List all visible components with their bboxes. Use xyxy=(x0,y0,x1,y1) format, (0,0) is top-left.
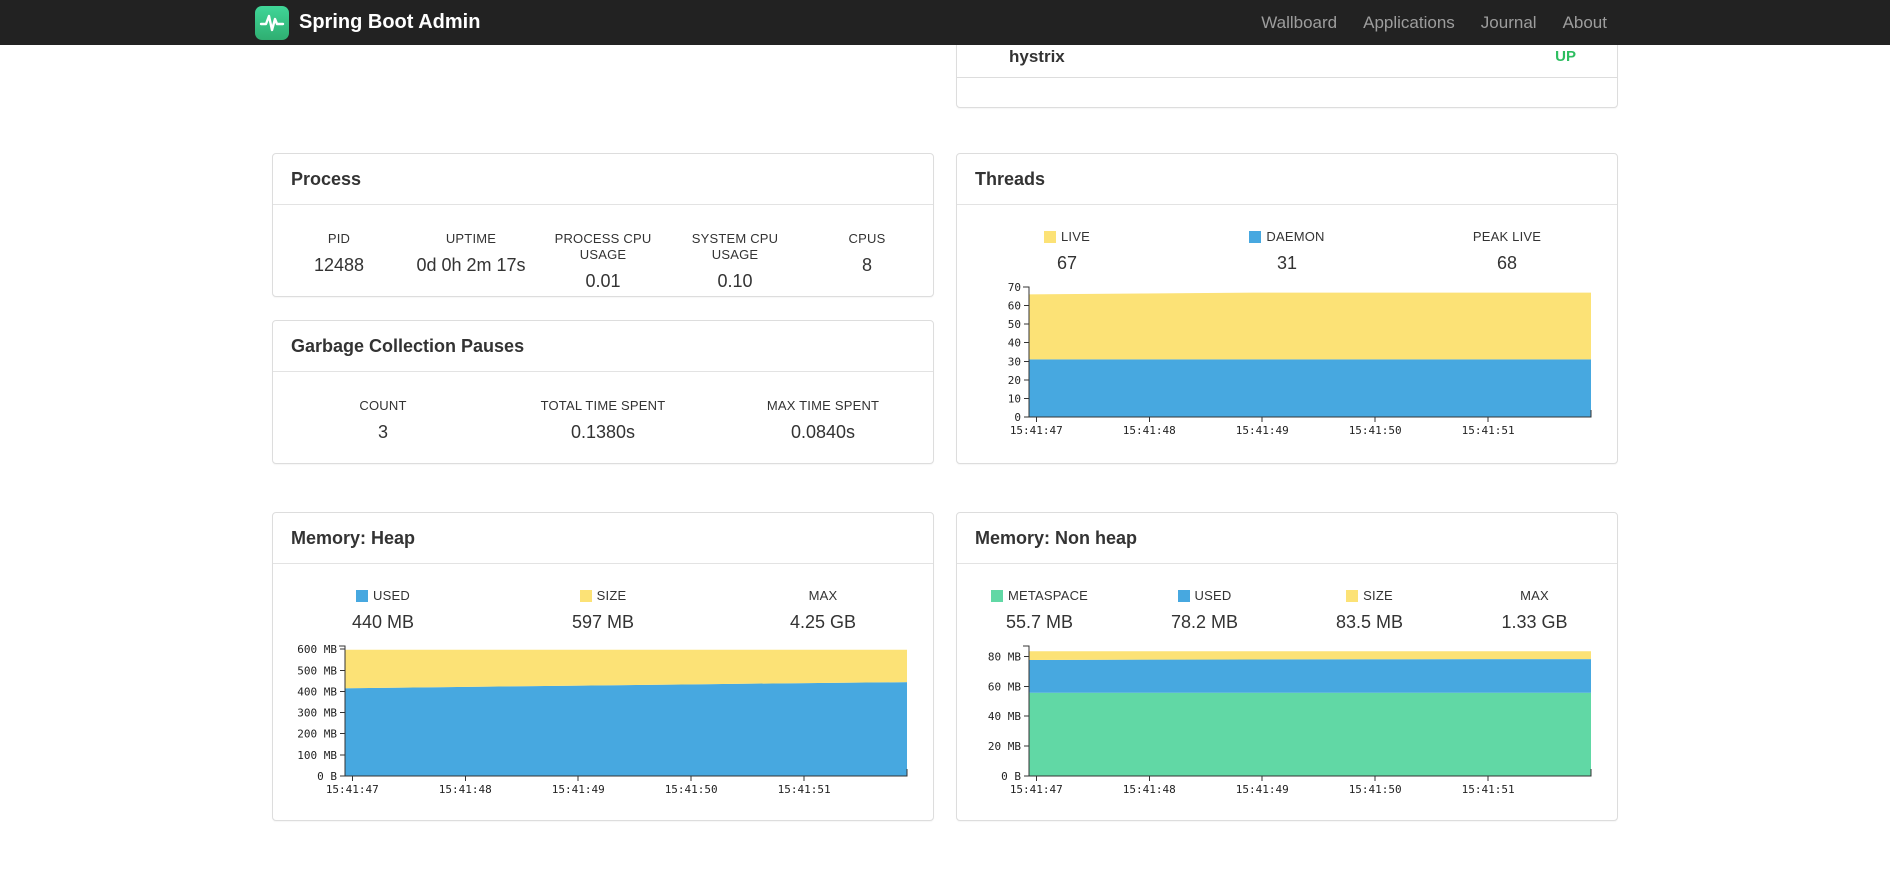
application-name[interactable]: hystrix xyxy=(1009,47,1065,67)
svg-text:15:41:50: 15:41:50 xyxy=(665,783,718,796)
svg-text:15:41:51: 15:41:51 xyxy=(778,783,831,796)
svg-text:0 B: 0 B xyxy=(1001,770,1021,783)
legend-swatch-live xyxy=(1044,231,1056,243)
stat-gc-count: COUNT 3 xyxy=(359,398,407,442)
svg-text:15:41:51: 15:41:51 xyxy=(1462,424,1515,437)
legend-threads-peak: PEAK LIVE 68 xyxy=(1472,229,1542,273)
stat-uptime: UPTIME 0d 0h 2m 17s xyxy=(416,231,526,275)
application-status-badge: UP xyxy=(1555,48,1576,65)
svg-text:40 MB: 40 MB xyxy=(988,710,1021,723)
svg-text:20: 20 xyxy=(1008,374,1021,387)
spring-boot-admin-logo-icon xyxy=(255,5,289,40)
svg-text:600 MB: 600 MB xyxy=(297,643,337,656)
legend-swatch-used xyxy=(356,590,369,602)
svg-text:15:41:50: 15:41:50 xyxy=(1349,783,1402,796)
nav-item-wallboard[interactable]: Wallboard xyxy=(1248,13,1350,33)
legend-heap-used: USED 440 MB xyxy=(351,588,415,632)
legend-nonheap-size: SIZE 83.5 MB xyxy=(1335,588,1404,632)
gc-stats: COUNT 3 TOTAL TIME SPENT 0.1380s MAX TIM… xyxy=(273,372,933,444)
legend-threads-live: LIVE 67 xyxy=(957,229,1177,275)
stat-cpus: CPUS 8 xyxy=(848,231,886,275)
gc-card-title: Garbage Collection Pauses xyxy=(273,321,933,372)
nonheap-legend: METASPACE 55.7 MB USED 78.2 MB SIZE 83.5… xyxy=(957,564,1617,634)
threads-legend: LIVE 67 DAEMON 31 PEAK LIVE 68 xyxy=(957,205,1617,275)
svg-text:80 MB: 80 MB xyxy=(988,650,1021,663)
nav-menu: Wallboard Applications Journal About xyxy=(1248,13,1620,33)
legend-heap-size: SIZE 597 MB xyxy=(571,588,635,632)
stat-gc-total-time: TOTAL TIME SPENT 0.1380s xyxy=(540,398,666,442)
process-stats: PID 12488 UPTIME 0d 0h 2m 17s PROCESS CP… xyxy=(273,205,933,293)
nonheap-memory-chart: 80 MB 60 MB 40 MB 20 MB 0 B15:41:47 15:41:48 1… xyxy=(988,645,1592,796)
gc-pauses-card: Garbage Collection Pauses COUNT 3 TOTAL … xyxy=(272,320,934,464)
legend-nonheap-max: MAX 1.33 GB xyxy=(1501,588,1568,632)
nav-item-applications[interactable]: Applications xyxy=(1350,13,1468,33)
svg-text:70: 70 xyxy=(1008,283,1021,294)
stat-pid: PID 12488 xyxy=(313,231,365,275)
legend-swatch-metaspace xyxy=(990,590,1003,602)
svg-text:300 MB: 300 MB xyxy=(297,707,337,720)
svg-text:15:41:47: 15:41:47 xyxy=(326,783,379,796)
svg-text:10: 10 xyxy=(1008,392,1021,405)
main-content: Process PID 12488 UPTIME 0d 0h 2m 17s PR… xyxy=(272,0,1618,821)
threads-card: Threads LIVE 67 DAEMON 31 PEAK LIVE 68 7… xyxy=(956,153,1618,464)
heap-memory-chart: 600 MB500 MB400 MB300 MB200 MB100 MB0 B1… xyxy=(297,643,908,796)
svg-text:0: 0 xyxy=(1014,411,1021,424)
svg-text:400 MB: 400 MB xyxy=(297,685,337,698)
heap-legend: USED 440 MB SIZE 597 MB MAX 4.25 GB xyxy=(273,564,933,634)
navbar: Spring Boot Admin Wallboard Applications… xyxy=(0,0,1890,45)
svg-text:500 MB: 500 MB xyxy=(297,664,337,677)
svg-text:30: 30 xyxy=(1008,355,1021,368)
memory-heap-card-title: Memory: Heap xyxy=(273,513,933,564)
svg-text:15:41:48: 15:41:48 xyxy=(439,783,492,796)
threads-chart: 70 60 50 40 30 20 10 015:41:47 15:41:48 15:41:49 1… xyxy=(1008,283,1592,437)
svg-text:15:41:49: 15:41:49 xyxy=(1236,783,1289,796)
svg-text:15:41:48: 15:41:48 xyxy=(1123,783,1176,796)
svg-text:15:41:48: 15:41:48 xyxy=(1123,424,1176,437)
application-row-hystrix[interactable]: hystrix UP xyxy=(957,47,1617,78)
memory-nonheap-card-title: Memory: Non heap xyxy=(957,513,1617,564)
svg-text:60: 60 xyxy=(1008,300,1021,313)
memory-heap-card: Memory: Heap USED 440 MB SIZE 597 MB MAX… xyxy=(272,512,934,821)
process-card: Process PID 12488 UPTIME 0d 0h 2m 17s PR… xyxy=(272,153,934,297)
nav-item-about[interactable]: About xyxy=(1550,13,1620,33)
svg-text:15:41:49: 15:41:49 xyxy=(552,783,605,796)
nav-item-journal[interactable]: Journal xyxy=(1468,13,1550,33)
svg-text:60 MB: 60 MB xyxy=(988,680,1021,693)
stat-system-cpu: SYSTEM CPU USAGE 0.10 xyxy=(691,231,779,291)
legend-threads-daemon: DAEMON 31 xyxy=(1177,229,1397,275)
svg-text:200 MB: 200 MB xyxy=(297,728,337,741)
brand-title: Spring Boot Admin xyxy=(299,11,481,33)
left-column: Process PID 12488 UPTIME 0d 0h 2m 17s PR… xyxy=(272,45,934,821)
svg-text:40: 40 xyxy=(1008,337,1021,350)
svg-text:15:41:51: 15:41:51 xyxy=(1462,783,1515,796)
svg-text:20 MB: 20 MB xyxy=(988,740,1021,753)
brand-link[interactable]: Spring Boot Admin xyxy=(255,5,481,40)
svg-text:15:41:49: 15:41:49 xyxy=(1236,424,1289,437)
stat-process-cpu: PROCESS CPU USAGE 0.01 xyxy=(554,231,652,291)
legend-swatch-nonheap-used xyxy=(1177,590,1190,602)
svg-text:50: 50 xyxy=(1008,318,1021,331)
process-card-title: Process xyxy=(273,154,933,205)
stat-gc-max-time: MAX TIME SPENT 0.0840s xyxy=(766,398,880,442)
svg-text:15:41:47: 15:41:47 xyxy=(1010,424,1063,437)
legend-nonheap-used: USED 78.2 MB xyxy=(1170,588,1239,632)
svg-text:15:41:47: 15:41:47 xyxy=(1010,783,1063,796)
right-column: hystrix UP Threads LIVE 67 DAEMON 31 PEA… xyxy=(956,0,1618,821)
threads-card-title: Threads xyxy=(957,154,1617,205)
memory-nonheap-card: Memory: Non heap METASPACE 55.7 MB USED xyxy=(956,512,1618,821)
legend-swatch-size xyxy=(579,590,592,602)
svg-text:100 MB: 100 MB xyxy=(297,749,337,762)
legend-swatch-nonheap-size xyxy=(1346,590,1359,602)
legend-swatch-daemon xyxy=(1249,231,1262,243)
svg-text:0 B: 0 B xyxy=(317,770,337,783)
legend-nonheap-metaspace: METASPACE 55.7 MB xyxy=(957,588,1122,634)
svg-text:15:41:50: 15:41:50 xyxy=(1349,424,1402,437)
legend-heap-max: MAX 4.25 GB xyxy=(789,588,857,632)
